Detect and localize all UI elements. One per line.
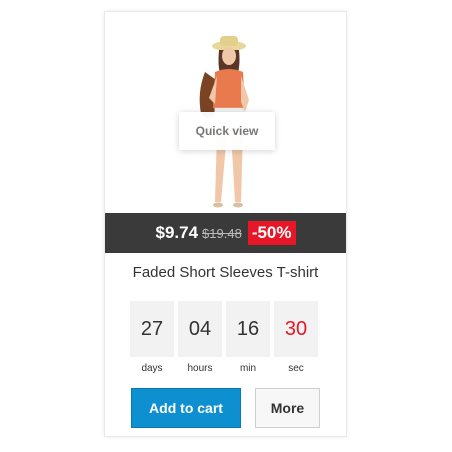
price-bar: $9.74 $19.48 -50%: [105, 213, 346, 253]
product-name[interactable]: Faded Short Sleeves T-shirt: [105, 264, 346, 281]
add-to-cart-button[interactable]: Add to cart: [131, 388, 241, 428]
countdown-minutes: 16 min: [226, 301, 270, 374]
product-image[interactable]: Quick view: [105, 12, 346, 212]
countdown-seconds: 30 sec: [274, 301, 318, 374]
countdown-value: 27: [130, 301, 174, 357]
more-button[interactable]: More: [255, 388, 320, 428]
product-card: Quick view $9.74 $19.48 -50% Faded Short…: [104, 11, 347, 437]
countdown-hours: 04 hours: [178, 301, 222, 374]
countdown-value: 16: [226, 301, 270, 357]
discount-badge: -50%: [247, 221, 296, 245]
countdown-label: hours: [187, 363, 213, 374]
countdown-label: sec: [288, 363, 304, 374]
countdown-timer: 27 days 04 hours 16 min 30 sec: [130, 301, 322, 374]
countdown-days: 27 days: [130, 301, 174, 374]
quick-view-button[interactable]: Quick view: [179, 112, 275, 150]
old-price: $19.48: [202, 225, 242, 241]
product-price: $9.74: [155, 223, 199, 242]
countdown-label: days: [141, 363, 163, 374]
countdown-value: 04: [178, 301, 222, 357]
countdown-label: min: [239, 363, 257, 374]
countdown-value: 30: [274, 301, 318, 357]
